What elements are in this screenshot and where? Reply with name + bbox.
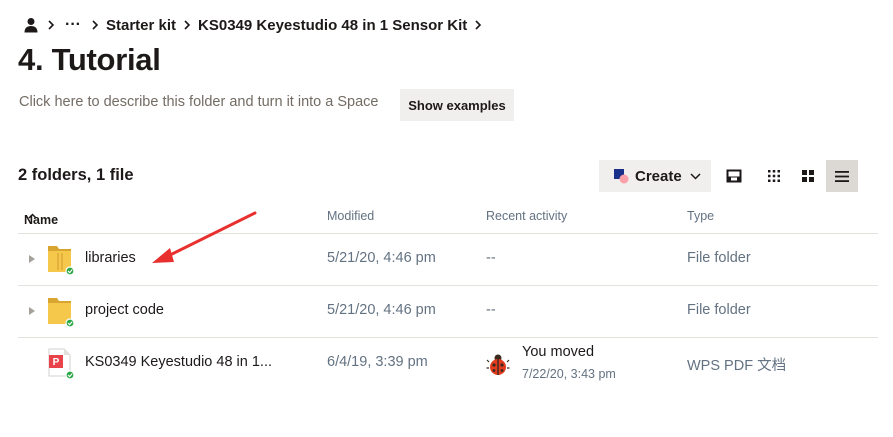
create-button[interactable]: Create: [599, 160, 711, 192]
svg-text:P: P: [53, 357, 60, 368]
modified-date: 6/4/19, 3:39 pm: [327, 354, 428, 370]
file-type: File folder: [687, 302, 751, 318]
column-header-modified[interactable]: Modified: [327, 209, 374, 223]
table-row[interactable]: project code 5/21/20, 4:46 pm -- File fo…: [18, 286, 878, 338]
folder-description[interactable]: Click here to describe this folder and t…: [19, 94, 378, 110]
column-header-activity[interactable]: Recent activity: [486, 209, 567, 223]
modified-date: 5/21/20, 4:46 pm: [327, 250, 436, 266]
breadcrumb-item-sensor-kit[interactable]: KS0349 Keyestudio 48 in 1 Sensor Kit: [198, 17, 467, 34]
expand-caret-icon[interactable]: [27, 305, 37, 317]
pdf-file-icon: P: [45, 346, 75, 380]
file-type: File folder: [687, 250, 751, 266]
sort-ascending-icon: [28, 213, 37, 219]
table-row[interactable]: P KS0349 Keyestudio 48 in 1... 6/4/19, 3…: [18, 338, 878, 390]
chevron-right-icon: [40, 20, 62, 30]
activity-description: You moved: [522, 344, 595, 360]
file-type: WPS PDF 文档: [687, 358, 787, 374]
grid-large-view-icon[interactable]: [792, 160, 824, 192]
expand-caret-icon[interactable]: [27, 253, 37, 265]
ladybug-avatar-icon[interactable]: [486, 352, 510, 376]
modified-date: 5/21/20, 4:46 pm: [327, 302, 436, 318]
activity-timestamp: 7/22/20, 3:43 pm: [522, 367, 616, 381]
recent-activity: --: [486, 302, 496, 318]
person-icon[interactable]: [22, 16, 40, 34]
chevron-right-icon: [176, 20, 198, 30]
breadcrumb: ··· Starter kit KS0349 Keyestudio 48 in …: [22, 14, 489, 36]
annotation-arrow-icon: [152, 211, 257, 263]
create-icon: [613, 168, 631, 184]
chevron-right-icon: [467, 20, 489, 30]
chevron-down-icon: [690, 172, 701, 180]
create-label: Create: [635, 167, 682, 185]
recent-activity: --: [486, 250, 496, 266]
show-examples-button[interactable]: Show examples: [400, 89, 514, 121]
item-count-summary: 2 folders, 1 file: [18, 166, 134, 184]
grid-small-view-icon[interactable]: [758, 160, 790, 192]
chevron-right-icon: [84, 20, 106, 30]
column-header-type[interactable]: Type: [687, 209, 714, 223]
file-name[interactable]: KS0349 Keyestudio 48 in 1...: [85, 354, 272, 370]
page-title: 4. Tutorial: [18, 42, 161, 77]
folder-icon: [45, 242, 75, 276]
breadcrumb-more-button[interactable]: ···: [62, 16, 84, 34]
upload-to-folder-icon[interactable]: [718, 160, 750, 192]
folder-icon: [45, 294, 75, 328]
breadcrumb-item-starter-kit[interactable]: Starter kit: [106, 17, 176, 34]
file-name[interactable]: project code: [85, 302, 164, 318]
list-view-icon[interactable]: [826, 160, 858, 192]
file-name[interactable]: libraries: [85, 250, 136, 266]
